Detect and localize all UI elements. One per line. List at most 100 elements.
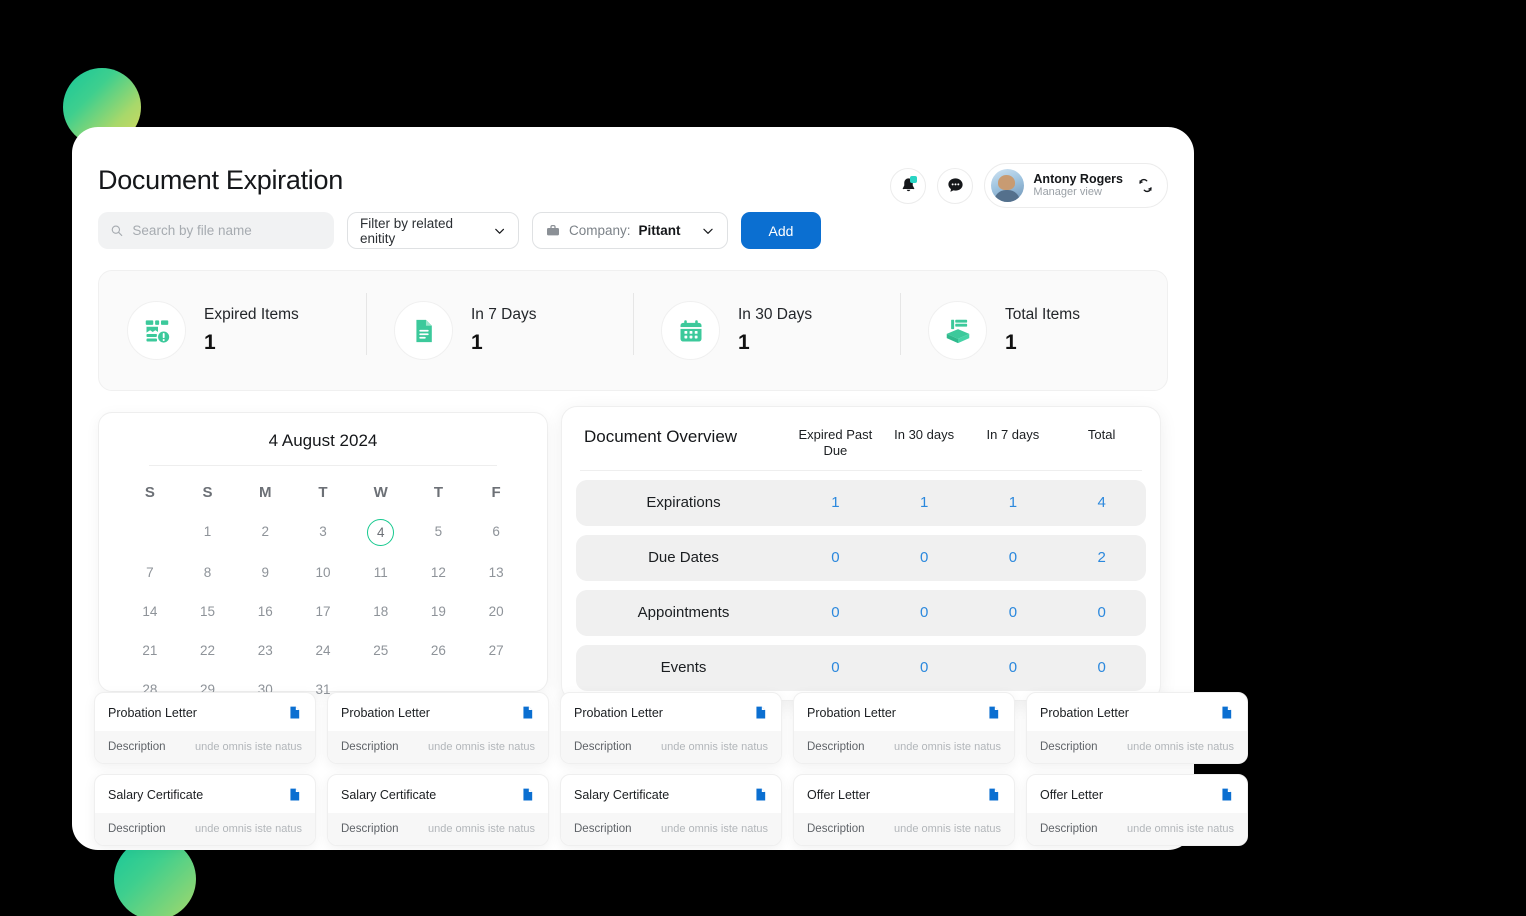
overview-row[interactable]: Events 0 0 0 0 <box>576 644 1146 691</box>
overview-cell-value[interactable]: 0 <box>1057 604 1146 621</box>
file-icon[interactable] <box>520 705 535 720</box>
calendar-day[interactable]: 13 <box>467 556 525 589</box>
calendar-day[interactable]: 15 <box>179 595 237 628</box>
document-card-body: Description unde omnis iste natus <box>561 813 781 845</box>
document-overview-card: Document Overview Expired Past Due In 30… <box>561 406 1161 701</box>
file-icon[interactable] <box>1219 705 1234 720</box>
overview-cell-value[interactable]: 0 <box>880 604 969 621</box>
calendar-day[interactable]: 18 <box>352 595 410 628</box>
document-card[interactable]: Probation Letter Description unde omnis is… <box>1026 692 1248 764</box>
overview-cell-value[interactable]: 4 <box>1057 494 1146 511</box>
calendar-day[interactable]: 22 <box>179 634 237 667</box>
calendar-day-selected[interactable]: 4 <box>352 515 410 550</box>
overview-cell-value[interactable]: 0 <box>880 659 969 676</box>
document-card[interactable]: Offer Letter Description unde omnis iste n… <box>793 774 1015 846</box>
overview-cell-value[interactable]: 0 <box>969 604 1058 621</box>
file-icon[interactable] <box>287 705 302 720</box>
document-card[interactable]: Salary Certificate Description unde omnis … <box>94 774 316 846</box>
calendar-day[interactable]: 27 <box>467 634 525 667</box>
calendar-day[interactable]: 7 <box>121 556 179 589</box>
overview-cell-value[interactable]: 0 <box>791 604 880 621</box>
stat-value: 1 <box>1005 331 1017 354</box>
calendar-day[interactable]: 16 <box>236 595 294 628</box>
calendar-day[interactable]: 23 <box>236 634 294 667</box>
file-icon[interactable] <box>1219 787 1234 802</box>
document-description-label: Description <box>574 741 632 753</box>
file-icon[interactable] <box>287 787 302 802</box>
overview-cell-value[interactable]: 1 <box>791 494 880 511</box>
document-card[interactable]: Salary Certificate Description unde omnis … <box>327 774 549 846</box>
document-card-header: Probation Letter <box>95 693 315 731</box>
calendar-day[interactable]: 3 <box>294 515 352 550</box>
calendar-day[interactable]: 26 <box>410 634 468 667</box>
document-card[interactable]: Probation Letter Description unde omnis is… <box>94 692 316 764</box>
stat-card-expired-items[interactable]: Expired Items 1 <box>99 271 366 390</box>
file-icon[interactable] <box>986 787 1001 802</box>
search-input[interactable] <box>132 223 322 238</box>
file-icon[interactable] <box>520 787 535 802</box>
overview-cell-value[interactable]: 1 <box>880 494 969 511</box>
calendar-day[interactable]: 2 <box>236 515 294 550</box>
company-filter-select[interactable]: Company: Pittant <box>532 212 728 249</box>
calendar-day-empty <box>121 515 179 550</box>
document-card[interactable]: Salary Certificate Description unde omnis … <box>560 774 782 846</box>
page-title: Document Expiration <box>98 165 343 195</box>
avatar <box>991 169 1025 202</box>
overview-row[interactable]: Due Dates 0 0 0 2 <box>576 534 1146 581</box>
document-description-label: Description <box>108 741 166 753</box>
overview-row-label: Due Dates <box>648 549 719 566</box>
file-icon[interactable] <box>986 705 1001 720</box>
calendar-day-header: T <box>433 484 443 501</box>
overview-cell-value[interactable]: 0 <box>880 549 969 566</box>
calendar-day[interactable]: 24 <box>294 634 352 667</box>
calendar-day[interactable]: 6 <box>467 515 525 550</box>
overview-cell-value[interactable]: 2 <box>1057 549 1146 566</box>
overview-cell-value[interactable]: 0 <box>969 659 1058 676</box>
profile-chip[interactable]: Antony Rogers Manager view <box>984 163 1168 208</box>
calendar-day[interactable]: 25 <box>352 634 410 667</box>
stat-card-in-30-days[interactable]: In 30 Days 1 <box>633 271 900 390</box>
calendar-day[interactable]: 12 <box>410 556 468 589</box>
calendar-widget: 4 August 2024 S S M T W T F 1 2 3 4 5 6 7 8 9 10 11 12 13 14… <box>98 412 548 697</box>
overview-cell-value[interactable]: 1 <box>969 494 1058 511</box>
calendar-day[interactable]: 19 <box>410 595 468 628</box>
file-icon[interactable] <box>753 787 768 802</box>
overview-cell-value[interactable]: 0 <box>969 549 1058 566</box>
messages-button[interactable] <box>937 167 974 204</box>
calendar-day[interactable]: 1 <box>179 515 237 550</box>
overview-row[interactable]: Appointments 0 0 0 0 <box>576 589 1146 636</box>
overview-cell-value[interactable]: 0 <box>1057 659 1146 676</box>
calendar-day[interactable]: 21 <box>121 634 179 667</box>
calendar-day[interactable]: 17 <box>294 595 352 628</box>
calendar-day[interactable]: 8 <box>179 556 237 589</box>
stat-card-total-items[interactable]: Total Items 1 <box>900 271 1167 390</box>
overview-cell-value[interactable]: 0 <box>791 549 880 566</box>
stat-label: In 7 Days <box>471 306 537 323</box>
document-card[interactable]: Offer Letter Description unde omnis iste n… <box>1026 774 1248 846</box>
notifications-button[interactable] <box>890 167 927 204</box>
calendar-day[interactable]: 11 <box>352 556 410 589</box>
filter-by-entity-select[interactable]: Filter by related enitity <box>347 212 519 249</box>
document-description-value: unde omnis iste natus <box>1126 823 1234 835</box>
document-card[interactable]: Probation Letter Description unde omnis is… <box>327 692 549 764</box>
search-box[interactable] <box>98 212 334 249</box>
column-header-in-7-days: In 7 days <box>986 427 1040 442</box>
document-card[interactable]: Probation Letter Description unde omnis is… <box>793 692 1015 764</box>
calendar-day[interactable]: 5 <box>410 515 468 550</box>
document-description-value: unde omnis iste natus <box>1126 741 1234 753</box>
stat-card-in-7-days[interactable]: In 7 Days 1 <box>366 271 633 390</box>
calendar-day[interactable]: 14 <box>121 595 179 628</box>
calendar-day[interactable]: 9 <box>236 556 294 589</box>
file-icon[interactable] <box>753 705 768 720</box>
calendar-day[interactable]: 20 <box>467 595 525 628</box>
document-description-value: unde omnis iste natus <box>893 823 1001 835</box>
calendar-day[interactable]: 10 <box>294 556 352 589</box>
overview-cell-value[interactable]: 0 <box>791 659 880 676</box>
stat-value: 1 <box>738 331 750 354</box>
document-card-body: Description unde omnis iste natus <box>794 731 1014 763</box>
document-card[interactable]: Probation Letter Description unde omnis is… <box>560 692 782 764</box>
switch-view-icon[interactable] <box>1136 176 1155 195</box>
add-button[interactable]: Add <box>741 212 821 249</box>
document-description-label: Description <box>341 741 399 753</box>
overview-row[interactable]: Expirations 1 1 1 4 <box>576 479 1146 526</box>
